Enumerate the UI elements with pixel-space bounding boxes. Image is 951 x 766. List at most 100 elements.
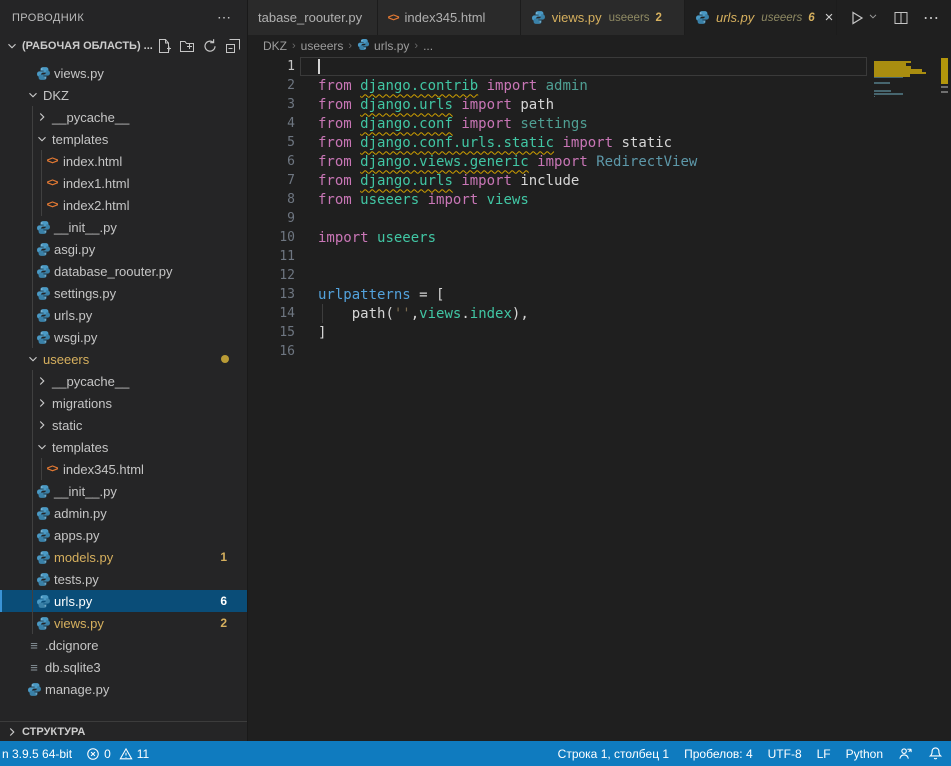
breadcrumb-item-useeers[interactable]: useeers <box>301 39 344 53</box>
code-line-15[interactable]: 15] <box>248 323 867 342</box>
tree-item-label: __init__.py <box>54 484 117 499</box>
tree-item-DKZ[interactable]: DKZ <box>0 84 247 106</box>
status-cursor-position[interactable]: Строка 1, столбец 1 <box>558 747 669 761</box>
refresh-icon[interactable] <box>202 38 218 54</box>
code-line-text: from django.contrib import admin <box>295 78 588 94</box>
tree-item-tests-py[interactable]: tests.py <box>0 568 247 590</box>
collapse-all-icon[interactable] <box>225 38 241 54</box>
tree-item--dcignore[interactable]: ≡.dcignore <box>0 634 247 656</box>
code-line-9[interactable]: 9 <box>248 209 867 228</box>
more-actions-button[interactable]: ⋯ <box>923 8 939 28</box>
tree-item-label: models.py <box>54 550 113 565</box>
code-line-7[interactable]: 7from django.urls import include <box>248 171 867 190</box>
tree-item-index2-html[interactable]: <>index2.html <box>0 194 247 216</box>
file-icon: ≡ <box>25 660 43 675</box>
code-line-8[interactable]: 8from useeers import views <box>248 190 867 209</box>
minimap-line <box>874 93 903 95</box>
tree-item-models-py[interactable]: models.py1 <box>0 546 247 568</box>
tree-item--pycache-[interactable]: __pycache__ <box>0 106 247 128</box>
code-line-1[interactable]: 1 <box>248 57 867 76</box>
status-problems[interactable]: 011 <box>86 747 149 761</box>
code-line-6[interactable]: 6from django.views.generic import Redire… <box>248 152 867 171</box>
tree-item-index1-html[interactable]: <>index1.html <box>0 172 247 194</box>
code-line-4[interactable]: 4from django.conf import settings <box>248 114 867 133</box>
chevron-down-icon <box>34 440 50 454</box>
chevron-right-icon: › <box>348 40 352 52</box>
tree-item-templates[interactable]: templates <box>0 128 247 150</box>
code-line-5[interactable]: 5from django.conf.urls.static import sta… <box>248 133 867 152</box>
tree-item-useeers[interactable]: useeers <box>0 348 247 370</box>
new-file-icon[interactable] <box>156 38 172 54</box>
tree-item--init-py[interactable]: __init__.py <box>0 480 247 502</box>
tree-item-database-roouter-py[interactable]: database_roouter.py <box>0 260 247 282</box>
python-icon <box>34 528 52 543</box>
breadcrumb-item-urls-py[interactable]: urls.py <box>357 38 409 54</box>
code-line-text: from django.views.generic import Redirec… <box>295 154 697 170</box>
tree-item-index345-html[interactable]: <>index345.html <box>0 458 247 480</box>
code-line-16[interactable]: 16 <box>248 342 867 361</box>
split-editor-button[interactable] <box>893 10 909 26</box>
code-line-text: import useeers <box>295 230 436 246</box>
feedback-icon[interactable] <box>898 746 913 761</box>
bell-icon[interactable] <box>928 746 943 761</box>
code-line-12[interactable]: 12 <box>248 266 867 285</box>
code-line-text: from useeers import views <box>295 192 529 208</box>
python-icon <box>357 38 370 54</box>
close-icon[interactable]: × <box>823 9 836 26</box>
new-folder-icon[interactable] <box>179 38 195 54</box>
code-line-3[interactable]: 3from django.urls import path <box>248 95 867 114</box>
tree-item-urls-py[interactable]: urls.py <box>0 304 247 326</box>
status-language-mode[interactable]: Python <box>846 747 883 761</box>
tree-item-label: __pycache__ <box>52 374 129 389</box>
tree-item-views-py[interactable]: views.py2 <box>0 612 247 634</box>
tab-views-py[interactable]: views.pyuseeers2 <box>521 0 685 35</box>
code-line-text: from django.conf.urls.static import stat… <box>295 135 672 151</box>
tree-item--init-py[interactable]: __init__.py <box>0 216 247 238</box>
code-line-13[interactable]: 13urlpatterns = [ <box>248 285 867 304</box>
tab-urls-py[interactable]: urls.pyuseeers6× <box>685 0 837 35</box>
explorer-more-actions-icon[interactable]: ⋯ <box>213 9 235 26</box>
tree-item-label: settings.py <box>54 286 116 301</box>
tree-item-wsgi-py[interactable]: wsgi.py <box>0 326 247 348</box>
run-button[interactable] <box>849 10 879 26</box>
code-line-2[interactable]: 2from django.contrib import admin <box>248 76 867 95</box>
tree-item-static[interactable]: static <box>0 414 247 436</box>
tree-item-asgi-py[interactable]: asgi.py <box>0 238 247 260</box>
tree-item-label: urls.py <box>54 594 92 609</box>
breadcrumb-item--[interactable]: ... <box>423 39 433 53</box>
outline-section-header[interactable]: СТРУКТУРА <box>0 721 247 741</box>
status-indentation[interactable]: Пробелов: 4 <box>684 747 753 761</box>
breadcrumb-item-DKZ[interactable]: DKZ <box>263 39 287 53</box>
overview-ruler <box>938 56 951 741</box>
status-encoding[interactable]: UTF-8 <box>768 747 802 761</box>
minimap[interactable] <box>872 56 938 741</box>
tree-item-db-sqlite3[interactable]: ≡db.sqlite3 <box>0 656 247 678</box>
chevron-right-icon: › <box>414 40 418 52</box>
error-count: 0 <box>104 747 111 761</box>
line-number: 3 <box>248 97 295 112</box>
tree-item-label: DKZ <box>43 88 69 103</box>
tree-item-migrations[interactable]: migrations <box>0 392 247 414</box>
status-python-interpreter[interactable]: n 3.9.5 64-bit <box>2 747 72 761</box>
tree-item-views-py[interactable]: views.py <box>0 62 247 84</box>
tree-item-admin-py[interactable]: admin.py <box>0 502 247 524</box>
tree-item-urls-py[interactable]: urls.py 6 <box>0 590 247 612</box>
tab-tabase-roouter-py[interactable]: tabase_roouter.py <box>248 0 378 35</box>
code-line-11[interactable]: 11 <box>248 247 867 266</box>
tree-item-templates[interactable]: templates <box>0 436 247 458</box>
tab-index345-html[interactable]: <>index345.html <box>378 0 521 35</box>
tree-item-index-html[interactable]: <>index.html <box>0 150 247 172</box>
workspace-section-header[interactable]: (РАБОЧАЯ ОБЛАСТЬ) ... <box>0 35 247 57</box>
problems-count-badge: 6 <box>220 594 227 608</box>
breadcrumb-label: urls.py <box>374 39 409 53</box>
chevron-down-icon[interactable] <box>867 10 879 25</box>
code-editor[interactable]: 12from django.contrib import admin3from … <box>248 56 951 741</box>
status-eol[interactable]: LF <box>817 747 831 761</box>
file-tree: views.pyDKZ__pycache__templates<>index.h… <box>0 57 247 721</box>
code-line-14[interactable]: 14 path('',views.index), <box>248 304 867 323</box>
tree-item-manage-py[interactable]: manage.py <box>0 678 247 700</box>
tree-item-apps-py[interactable]: apps.py <box>0 524 247 546</box>
code-line-10[interactable]: 10import useeers <box>248 228 867 247</box>
tree-item-settings-py[interactable]: settings.py <box>0 282 247 304</box>
tree-item--pycache-[interactable]: __pycache__ <box>0 370 247 392</box>
